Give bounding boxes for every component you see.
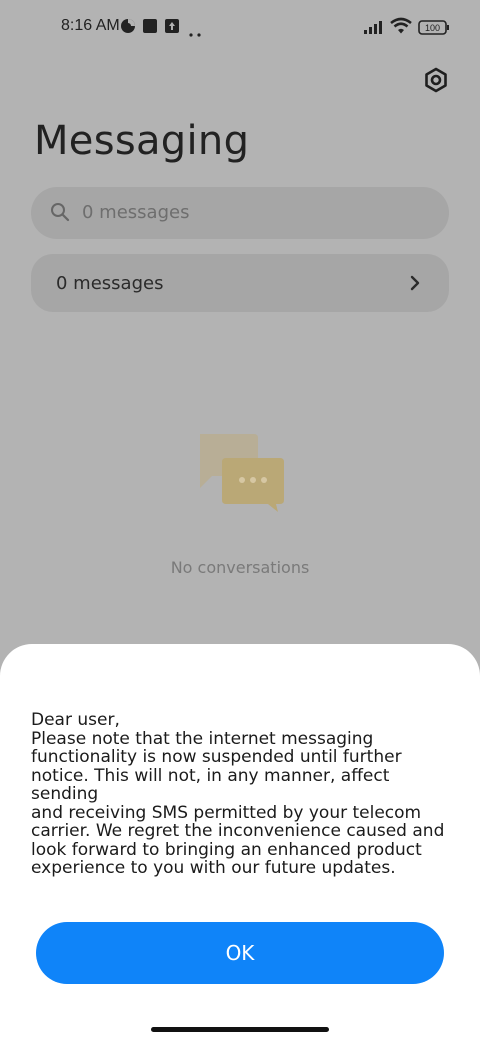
- ok-button[interactable]: OK: [36, 922, 444, 984]
- status-bar: 8:16 AM 100: [0, 0, 480, 56]
- empty-state-text: No conversations: [170, 558, 310, 577]
- battery-icon: 100: [418, 20, 450, 41]
- square-notification-icon: [142, 18, 158, 39]
- settings-button[interactable]: [420, 64, 452, 96]
- signal-icon: [364, 20, 386, 39]
- settings-hex-icon: [425, 67, 447, 93]
- data-saver-icon: [120, 18, 136, 39]
- search-placeholder: 0 messages: [82, 202, 190, 223]
- status-time: 8:16 AM: [61, 17, 120, 34]
- messages-row-label: 0 messages: [56, 273, 164, 294]
- home-indicator[interactable]: [151, 1027, 329, 1032]
- battery-level: 100: [425, 23, 440, 33]
- notice-dialog: Dear user, Please note that the internet…: [0, 644, 480, 1040]
- more-dots-icon: [189, 24, 203, 42]
- search-input[interactable]: 0 messages: [31, 187, 449, 239]
- dialog-message: Dear user, Please note that the internet…: [31, 710, 445, 878]
- page-title: Messaging: [34, 118, 250, 164]
- chevron-right-icon: [410, 275, 420, 291]
- upload-notification-icon: [164, 18, 180, 39]
- chat-bubbles-icon: [192, 428, 288, 519]
- wifi-icon: [390, 17, 412, 40]
- messages-row[interactable]: 0 messages: [31, 254, 449, 312]
- search-icon: [51, 203, 70, 222]
